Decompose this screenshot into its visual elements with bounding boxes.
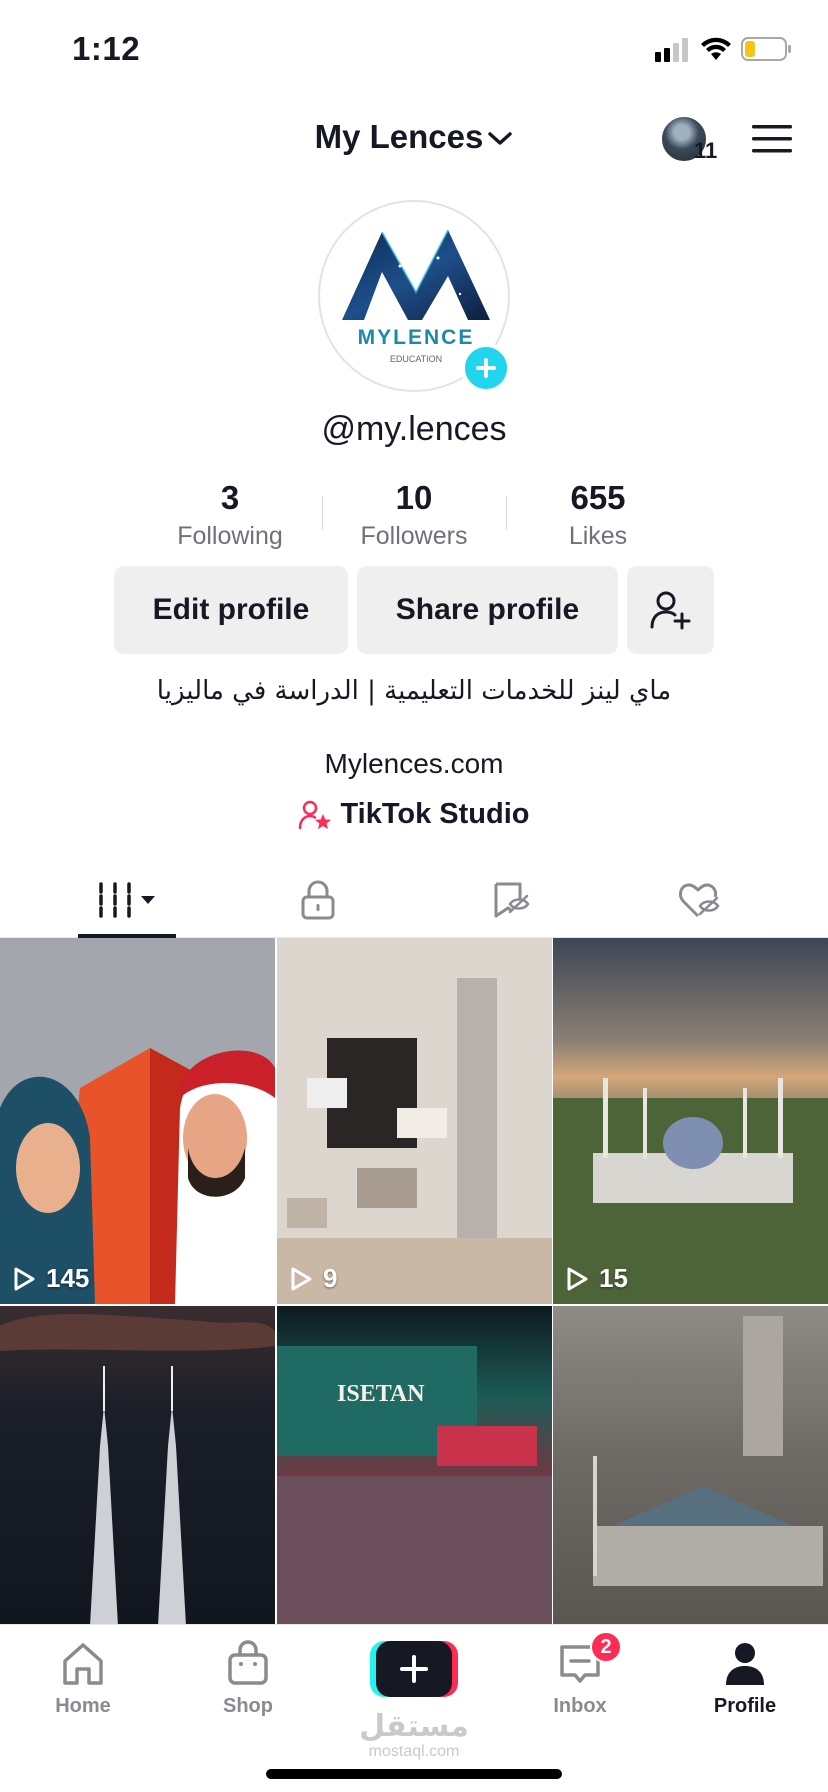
nav-shop[interactable]: Shop: [188, 1639, 308, 1718]
cellular-signal-icon: [655, 38, 688, 62]
plus-icon: [376, 1641, 452, 1697]
nav-inbox[interactable]: Inbox: [520, 1639, 640, 1718]
video-thumbnail[interactable]: 15: [553, 938, 828, 1304]
add-avatar-button[interactable]: [461, 343, 511, 393]
view-count: 9: [289, 1263, 337, 1294]
watermark-arabic: مستقل: [359, 1709, 469, 1744]
mostaql-watermark: مستقل mostaql.com: [0, 1711, 828, 1761]
profile-website-link[interactable]: Mylences.com: [0, 748, 828, 780]
stat-likes[interactable]: 655 Likes: [506, 478, 690, 558]
view-count: 15: [565, 1263, 628, 1294]
tiktok-studio-link[interactable]: TikTok Studio: [0, 798, 828, 831]
video-thumbnail[interactable]: ISETAN: [277, 1306, 552, 1624]
videos-grid-icon: [99, 882, 155, 918]
couple-illustration: [0, 938, 275, 1304]
bottom-navigation: Home Shop Inbox 2 Profile مستقل mostaql.…: [0, 1624, 828, 1792]
play-icon: [567, 1267, 588, 1290]
profile-stats: 3 Following 10 Followers 655 Likes: [138, 478, 690, 558]
wifi-icon: [701, 37, 731, 60]
logo-subtext: EDUCATION: [390, 354, 442, 364]
stat-value: 655: [570, 479, 626, 516]
inbox-badge: 2: [590, 1631, 622, 1663]
mosque-aerial-image: [553, 1078, 828, 1304]
stat-followers[interactable]: 10 Followers: [322, 478, 506, 558]
stat-value: 3: [220, 479, 240, 516]
create-video-button[interactable]: [370, 1641, 458, 1697]
play-icon: [14, 1267, 35, 1290]
profile-bio: ماي لينز للخدمات التعليمية | الدراسة في …: [156, 676, 672, 706]
shopping-bag-icon: [228, 1640, 268, 1685]
tab-videos[interactable]: [78, 862, 176, 938]
tab-reposts[interactable]: [470, 862, 550, 938]
stat-value: 10: [395, 479, 433, 516]
play-icon: [291, 1267, 312, 1290]
stat-label: Followers: [360, 522, 468, 550]
share-profile-button[interactable]: Share profile: [357, 566, 618, 654]
hamburger-menu-icon[interactable]: [752, 124, 792, 154]
view-count-value: 9: [323, 1263, 338, 1293]
stat-following[interactable]: 3 Following: [138, 478, 322, 558]
home-indicator[interactable]: [266, 1769, 562, 1779]
friends-count: 11: [694, 138, 718, 163]
add-friends-button[interactable]: [627, 566, 714, 654]
video-thumbnail[interactable]: 9: [277, 938, 552, 1304]
nav-profile[interactable]: Profile: [685, 1639, 805, 1718]
video-thumbnail[interactable]: 145: [0, 938, 275, 1304]
lock-icon: [301, 880, 335, 920]
kaaba-pixelated-image: [277, 938, 552, 1304]
nav-home[interactable]: Home: [23, 1639, 143, 1718]
video-thumbnail[interactable]: [553, 1306, 828, 1624]
stat-label: Likes: [568, 522, 628, 550]
logo-wordmark: MYLENCE: [358, 326, 475, 349]
view-count-value: 15: [599, 1263, 628, 1293]
profile-tabs: [0, 862, 828, 938]
profile-person-icon: [726, 1643, 764, 1685]
view-count-value: 145: [46, 1263, 90, 1293]
isetan-street-image: ISETAN: [277, 1346, 552, 1624]
edit-profile-button[interactable]: Edit profile: [114, 566, 348, 654]
repost-hidden-icon: [494, 882, 530, 918]
profile-username: @my.lences: [321, 410, 507, 448]
isetan-sign: ISETAN: [337, 1381, 425, 1407]
studio-label: TikTok Studio: [340, 798, 530, 830]
video-grid: 145 9 15 ISETAN: [0, 938, 828, 1624]
add-user-icon: [650, 591, 690, 630]
stat-label: Following: [177, 522, 283, 550]
battery-icon: [741, 37, 791, 61]
city-mosque-image: [593, 1316, 823, 1586]
watermark-latin: mostaql.com: [368, 1743, 460, 1760]
liked-heart-icon: [679, 883, 720, 918]
status-time: 1:12: [72, 30, 141, 67]
studio-user-star-icon: [299, 801, 332, 830]
view-count: 145: [12, 1263, 89, 1294]
account-name: My Lences: [314, 118, 484, 155]
chevron-down-icon: [488, 132, 513, 146]
video-thumbnail[interactable]: [0, 1306, 275, 1624]
tab-liked[interactable]: [660, 862, 740, 938]
home-icon: [63, 1643, 103, 1685]
status-bar: 1:12: [0, 0, 828, 100]
tab-private[interactable]: [278, 862, 358, 938]
petronas-towers-image: [0, 1314, 275, 1624]
